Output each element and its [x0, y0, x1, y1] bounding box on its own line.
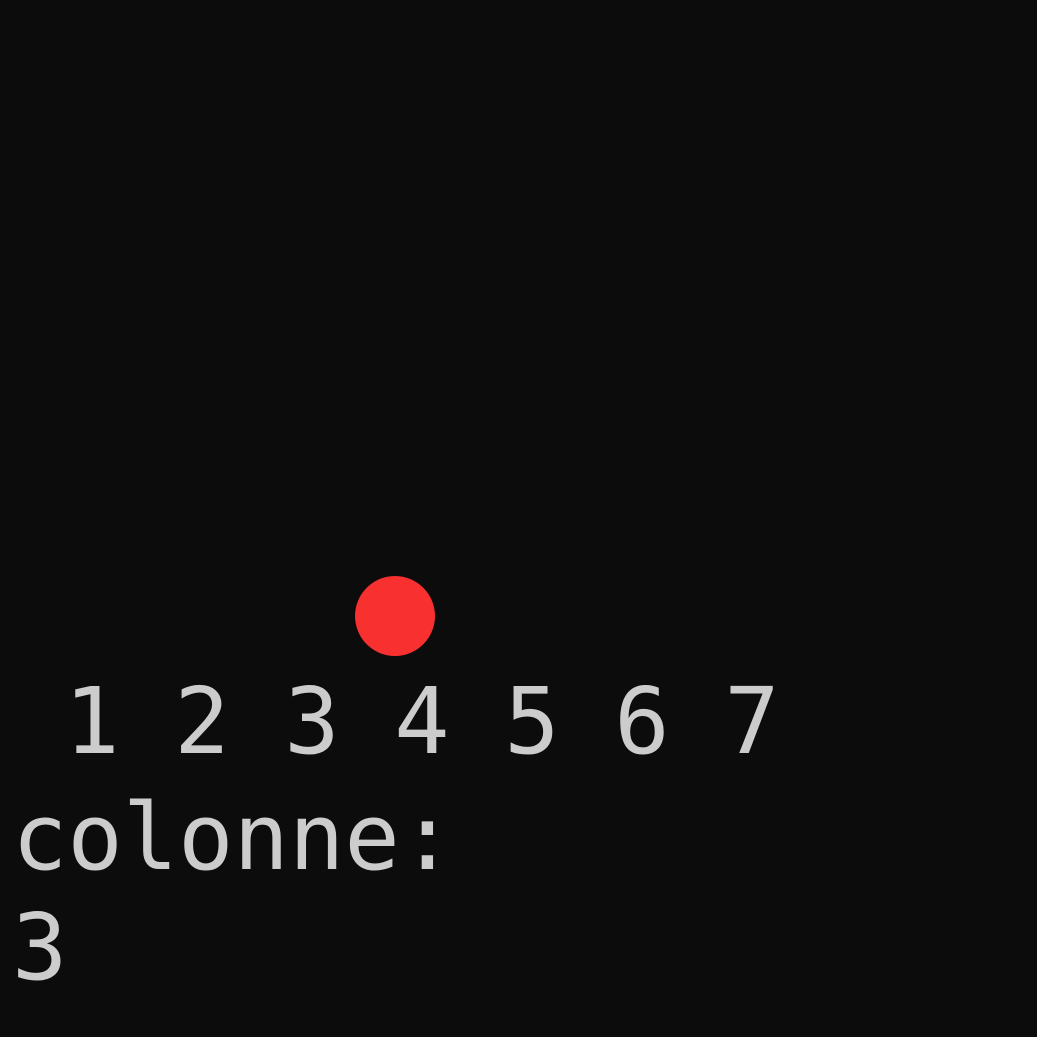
column-number-4[interactable]: 4: [382, 672, 462, 772]
column-input-value[interactable]: 3: [12, 898, 67, 998]
column-number-1[interactable]: 1: [52, 672, 132, 772]
column-number-3[interactable]: 3: [272, 672, 352, 772]
column-prompt-label: colonne:: [12, 784, 456, 891]
column-number-6[interactable]: 6: [602, 672, 682, 772]
column-number-7[interactable]: 7: [712, 672, 792, 772]
column-number-2[interactable]: 2: [162, 672, 242, 772]
red-game-piece: [355, 576, 435, 656]
column-number-5[interactable]: 5: [492, 672, 572, 772]
terminal-window: 1 2 3 4 5 6 7 colonne: 3: [0, 0, 1037, 1037]
